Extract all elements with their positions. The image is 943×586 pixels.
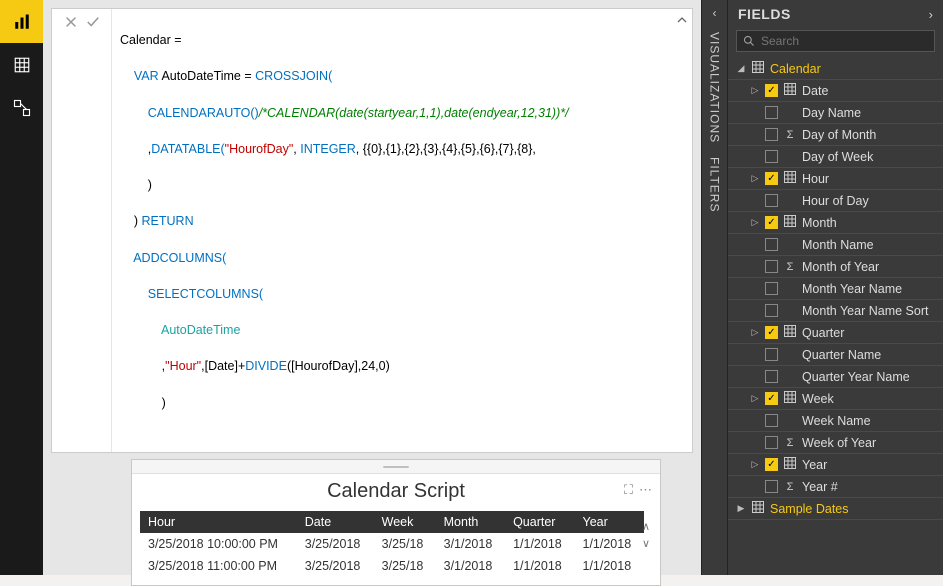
field-checkbox[interactable] [765,150,778,163]
col-year[interactable]: Year [575,511,645,533]
formula-bar: Calendar = VAR AutoDateTime = CROSSJOIN(… [51,8,693,453]
field-checkbox[interactable] [765,238,778,251]
field-month-year-name[interactable]: Month Year Name [728,278,943,300]
collapse-fields-icon[interactable]: › [929,7,933,22]
field-day-of-week[interactable]: Day of Week [728,146,943,168]
field-checkbox[interactable] [765,414,778,427]
table-row[interactable]: 3/25/2018 10:00:00 PM3/25/20183/25/183/1… [140,533,644,555]
formula-collapse-icon[interactable] [672,9,692,452]
col-hour[interactable]: Hour [140,511,297,533]
field-month[interactable]: ▷✓Month [728,212,943,234]
visual-drag-handle[interactable] [132,460,660,474]
field-hour[interactable]: ▷✓Hour [728,168,943,190]
field-checkbox[interactable] [765,194,778,207]
col-month[interactable]: Month [436,511,505,533]
report-canvas: Calendar = VAR AutoDateTime = CROSSJOIN(… [43,0,701,575]
field-checkbox[interactable]: ✓ [765,172,778,185]
field-hour-of-day[interactable]: Hour of Day [728,190,943,212]
field-checkbox[interactable]: ✓ [765,326,778,339]
field-month-name[interactable]: Month Name [728,234,943,256]
table-visual[interactable]: Calendar Script ⛶ ⋯ Hour Date Week Month… [131,459,661,586]
formula-commit-icon[interactable] [86,15,100,34]
field-checkbox[interactable]: ✓ [765,392,778,405]
field-checkbox[interactable]: ✓ [765,216,778,229]
field-checkbox[interactable] [765,304,778,317]
formula-actions [52,9,112,452]
fields-tree: ◢Calendar▷✓DateDay NameDay of MonthDay o… [728,58,943,575]
fields-panel: FIELDS › ◢Calendar▷✓DateDay NameDay of M… [727,0,943,575]
visual-title: Calendar Script ⛶ ⋯ [132,474,660,511]
field-day-name[interactable]: Day Name [728,102,943,124]
field-month-year-name-sort[interactable]: Month Year Name Sort [728,300,943,322]
more-options-icon[interactable]: ⋯ [639,482,652,498]
field-date[interactable]: ▷✓Date [728,80,943,102]
field-week[interactable]: ▷✓Week [728,388,943,410]
nav-report-view[interactable] [0,0,43,43]
visualizations-label: VISUALIZATIONS [708,32,722,143]
nav-rail [0,0,43,575]
col-week[interactable]: Week [374,511,436,533]
field-quarter-year-name[interactable]: Quarter Year Name [728,366,943,388]
fields-search[interactable] [736,30,935,52]
field-checkbox[interactable] [765,436,778,449]
field-checkbox[interactable] [765,260,778,273]
field-checkbox[interactable] [765,282,778,295]
formula-cancel-icon[interactable] [64,15,78,34]
field-checkbox[interactable] [765,370,778,383]
field-day-of-month[interactable]: Day of Month [728,124,943,146]
field-quarter[interactable]: ▷✓Quarter [728,322,943,344]
table-sample-dates[interactable]: ▶Sample Dates [728,498,943,520]
nav-data-view[interactable] [0,43,43,86]
visualizations-panel-collapsed[interactable]: ‹ VISUALIZATIONS FILTERS [701,0,727,575]
side-panels: ‹ VISUALIZATIONS FILTERS FIELDS › ◢Calen… [701,0,943,575]
col-date[interactable]: Date [297,511,374,533]
field-checkbox[interactable] [765,480,778,493]
fields-title: FIELDS [738,6,791,22]
data-table: Hour Date Week Month Quarter Year 3/25/2… [140,511,644,577]
formula-text[interactable]: Calendar = VAR AutoDateTime = CROSSJOIN(… [112,9,672,452]
table-calendar[interactable]: ◢Calendar [728,58,943,80]
field-quarter-name[interactable]: Quarter Name [728,344,943,366]
table-scrollbar[interactable]: ∧∨ [642,520,650,550]
field-checkbox[interactable] [765,348,778,361]
field-checkbox[interactable] [765,128,778,141]
nav-model-view[interactable] [0,86,43,129]
search-input[interactable] [761,34,928,48]
field-year-[interactable]: Year # [728,476,943,498]
field-checkbox[interactable] [765,106,778,119]
expand-viz-icon[interactable]: ‹ [713,6,717,20]
search-icon [743,35,755,47]
col-quarter[interactable]: Quarter [505,511,574,533]
table-header-row: Hour Date Week Month Quarter Year [140,511,644,533]
field-checkbox[interactable]: ✓ [765,84,778,97]
filters-label: FILTERS [708,157,722,212]
field-year[interactable]: ▷✓Year [728,454,943,476]
field-week-name[interactable]: Week Name [728,410,943,432]
table-row[interactable]: 3/25/2018 11:00:00 PM3/25/20183/25/183/1… [140,555,644,577]
field-week-of-year[interactable]: Week of Year [728,432,943,454]
focus-mode-icon[interactable]: ⛶ [624,482,633,498]
field-checkbox[interactable]: ✓ [765,458,778,471]
field-month-of-year[interactable]: Month of Year [728,256,943,278]
